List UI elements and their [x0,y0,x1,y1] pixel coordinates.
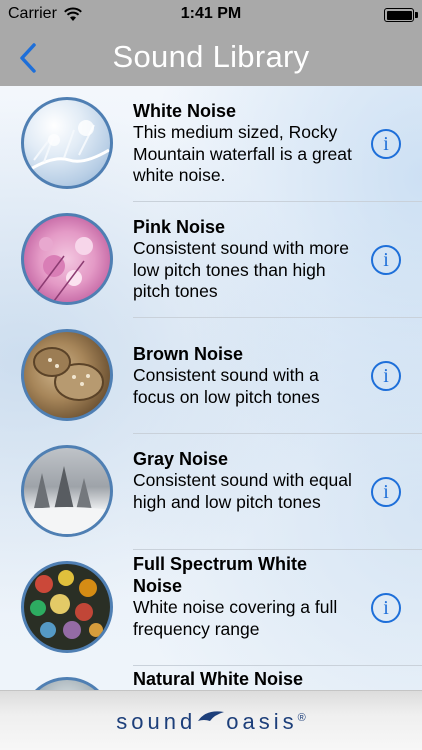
row-text: Brown Noise Consistent sound with a focu… [133,343,358,408]
row-text: Natural White Noise [133,668,358,690]
colorful-bokeh-image [30,570,103,639]
item-description: Consistent sound with equal high and low… [133,470,352,512]
info-button[interactable]: i [371,245,401,275]
row-text: Gray Noise Consistent sound with equal h… [133,448,358,513]
list-item[interactable]: Full Spectrum White Noise White noise co… [0,550,422,666]
item-description: Consistent sound with a focus on low pit… [133,365,320,407]
list-item[interactable]: Natural White Noise [0,666,422,690]
item-title: Gray Noise [133,449,229,469]
natural-white-noise-thumbnail [21,677,113,690]
pink-flowers-image [33,237,93,302]
item-description: This medium sized, Rocky Mountain waterf… [133,122,352,185]
footer: sound oasis® [0,690,422,750]
sound-list: White Noise This medium sized, Rocky Mou… [0,86,422,690]
page-title: Sound Library [112,39,310,74]
item-description: Consistent sound with more low pitch ton… [133,238,349,301]
item-title: Natural White Noise [133,669,304,689]
list-item[interactable]: Pink Noise Consistent sound with more lo… [0,202,422,318]
battery-level [386,10,412,20]
logo-text-right: oasis [226,709,298,734]
frosted-branches-image [28,120,110,172]
status-bar: Carrier 1:41 PM [0,0,422,30]
brown-noise-thumbnail [21,329,113,421]
info-button[interactable]: i [371,477,401,507]
item-title: White Noise [133,101,237,121]
sound-oasis-logo: sound oasis® [0,709,422,735]
white-noise-thumbnail [21,97,113,189]
leaf-icon [198,711,225,721]
item-title: Pink Noise [133,217,226,237]
sea-urchin-shells-image [33,347,104,401]
info-button[interactable]: i [371,361,401,391]
registered-mark: ® [297,712,306,724]
list-item[interactable]: Brown Noise Consistent sound with a focu… [0,318,422,434]
logo-text-left: sound [116,709,197,734]
row-text: Pink Noise Consistent sound with more lo… [133,216,358,303]
row-text: Full Spectrum White Noise White noise co… [133,553,358,640]
item-title: Brown Noise [133,344,244,364]
full-spectrum-thumbnail [21,561,113,653]
navigation-bar: Sound Library [0,30,422,86]
gray-noise-thumbnail [21,445,113,537]
item-title: Full Spectrum White Noise [133,554,308,596]
list-item[interactable]: White Noise This medium sized, Rocky Mou… [0,86,422,202]
battery-icon [384,8,418,22]
snowy-trees-image [24,466,110,534]
list-item[interactable]: Gray Noise Consistent sound with equal h… [0,434,422,550]
pink-noise-thumbnail [21,213,113,305]
row-text: White Noise This medium sized, Rocky Mou… [133,100,358,187]
status-time: 1:41 PM [180,5,242,22]
info-button[interactable]: i [371,129,401,159]
info-button[interactable]: i [371,593,401,623]
item-description: White noise covering a full frequency ra… [133,597,338,639]
